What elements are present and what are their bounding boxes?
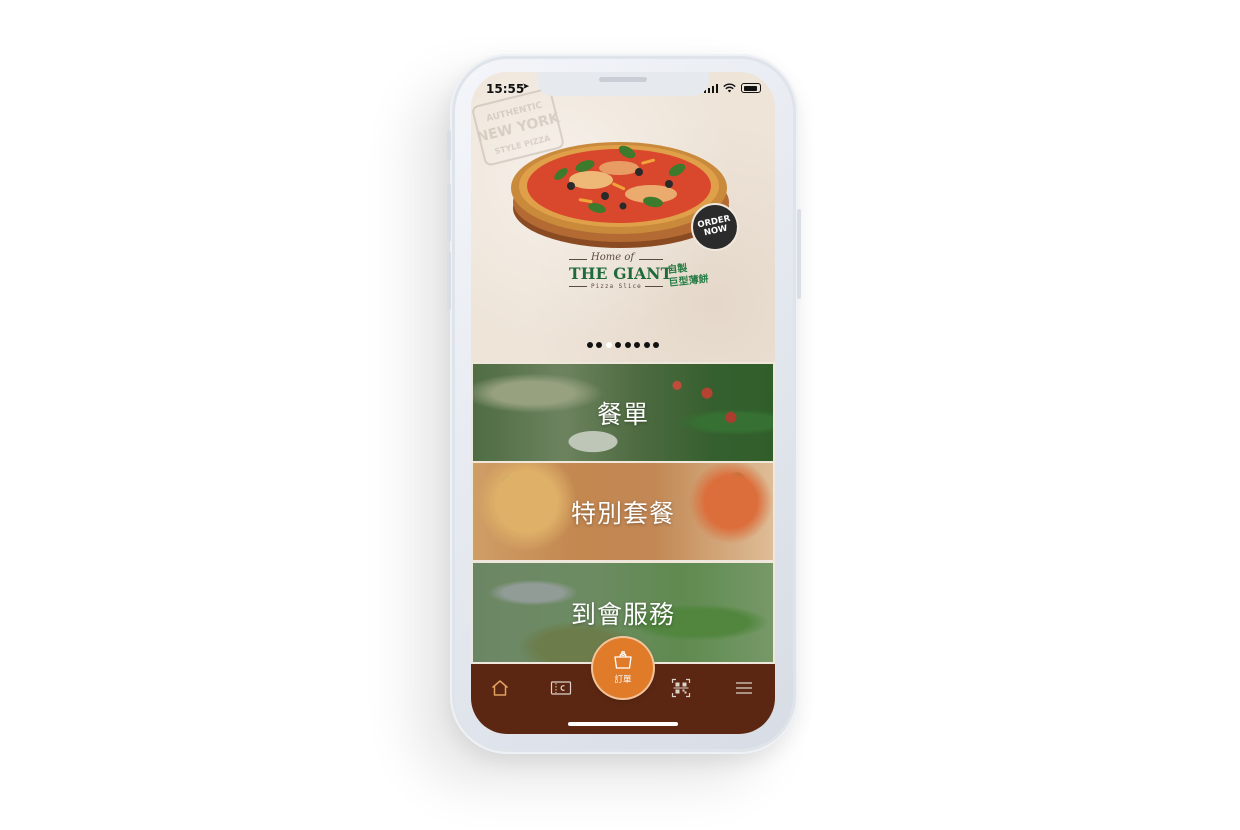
carousel-indicator [471,342,775,348]
home-indicator [568,722,678,726]
nav-more-menu[interactable] [732,676,756,700]
sub-brand: Pizza Slice [591,283,642,290]
volume-down-button [447,252,451,310]
nav-qr-scan[interactable] [669,676,693,700]
tile-menu[interactable]: 餐單 [473,364,773,461]
tag-line-2: 巨型薄餅 [668,273,710,290]
cart-count-badge: 8 [620,650,626,658]
hamburger-menu-icon [736,682,752,694]
carousel-dot[interactable] [596,342,603,348]
stage: AUTHENTIC NEW YORK STYLE PIZZA ORDER NOW… [0,0,1240,830]
app-screen: AUTHENTIC NEW YORK STYLE PIZZA ORDER NOW… [471,72,775,734]
logo-rule-left [569,259,587,260]
carousel-dot[interactable] [643,342,650,348]
carousel-dot[interactable] [586,342,593,348]
coupon-icon [550,681,572,695]
order-cart-button[interactable]: 8 訂單 [593,638,653,698]
carousel-dot[interactable] [634,342,641,348]
tile-set-meal-label: 特別套餐 [570,498,675,528]
nav-coupon[interactable] [549,676,573,700]
qr-code-icon [671,678,691,698]
tile-menu-label: 餐單 [596,399,649,429]
carousel-dot[interactable] [605,342,612,348]
logo-rule-right [639,259,663,260]
tile-set-meal[interactable]: 特別套餐 [473,463,773,560]
mute-switch [447,130,451,160]
hero-banner[interactable]: AUTHENTIC NEW YORK STYLE PIZZA ORDER NOW… [471,72,775,362]
home-icon [492,680,508,696]
order-now-line-2: NOW [703,223,729,239]
homemade-giant-pizza-tag: 自製 巨型薄餅 [667,260,709,290]
volume-up-button [447,184,451,242]
logo-rule-bottom-left [569,286,587,287]
status-icons [703,82,761,94]
nav-home[interactable] [488,676,512,700]
tile-catering-label: 到會服務 [570,599,675,629]
brand-name: THE GIANT [569,264,673,283]
speaker-grille [599,77,647,82]
battery-icon [741,83,761,93]
carousel-dot[interactable] [653,342,660,348]
carousel-dot[interactable] [615,342,622,348]
carousel-dot[interactable] [624,342,631,348]
notch [537,72,709,96]
order-label: 訂單 [614,675,632,685]
power-button [797,209,801,299]
wifi-icon [723,83,736,93]
logo-rule-bottom-right [645,286,663,287]
status-time: 15:55 [486,82,525,96]
home-of-text: Home of [591,252,635,263]
location-arrow-icon: ➤ [522,82,530,92]
